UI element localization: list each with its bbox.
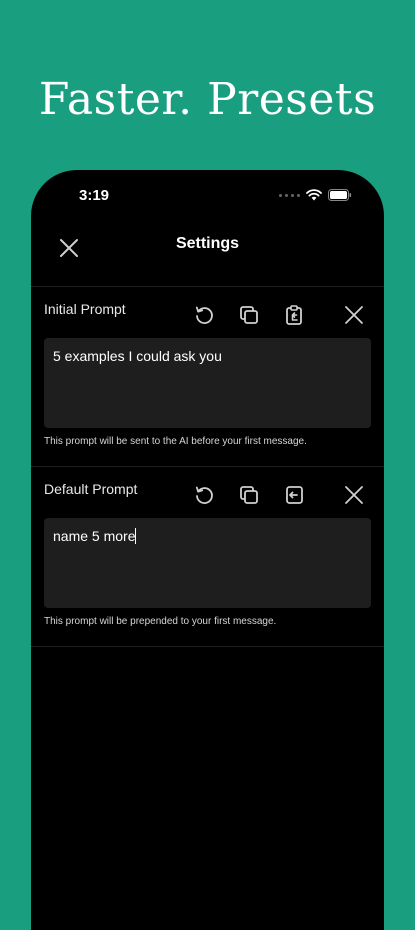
status-icons [279, 189, 352, 201]
status-bar: 3:19 [31, 170, 384, 220]
copy-icon[interactable] [236, 482, 262, 508]
signal-icon [279, 193, 300, 197]
default-prompt-section: Default Prompt name 5 more This prompt w… [31, 466, 384, 646]
initial-prompt-value: 5 examples I could ask you [53, 348, 222, 364]
promo-headline: Faster. Presets [38, 74, 377, 125]
phone-screen: 3:19 Settings Initial Prompt 5 examples … [31, 170, 384, 930]
paste-icon[interactable] [281, 302, 307, 328]
text-caret [135, 528, 137, 544]
insert-icon[interactable] [281, 482, 307, 508]
helper-text: This prompt will be prepended to your fi… [44, 616, 277, 627]
copy-icon[interactable] [236, 302, 262, 328]
clear-icon[interactable] [341, 482, 367, 508]
initial-prompt-input[interactable]: 5 examples I could ask you [44, 338, 371, 428]
battery-icon [328, 189, 352, 201]
initial-prompt-section: Initial Prompt 5 examples I could ask yo… [31, 286, 384, 466]
page-title: Settings [175, 235, 240, 252]
reset-icon[interactable] [191, 482, 217, 508]
section-title: Initial Prompt [44, 301, 126, 317]
nav-bar: Settings [31, 226, 384, 276]
helper-text: This prompt will be sent to the AI befor… [44, 436, 307, 447]
status-time: 3:19 [79, 187, 110, 204]
wifi-icon [306, 189, 322, 201]
clear-icon[interactable] [341, 302, 367, 328]
default-prompt-value: name 5 more [53, 528, 136, 544]
reset-icon[interactable] [191, 302, 217, 328]
default-prompt-input[interactable]: name 5 more [44, 518, 371, 608]
section-title: Default Prompt [44, 481, 138, 497]
divider [31, 646, 384, 647]
